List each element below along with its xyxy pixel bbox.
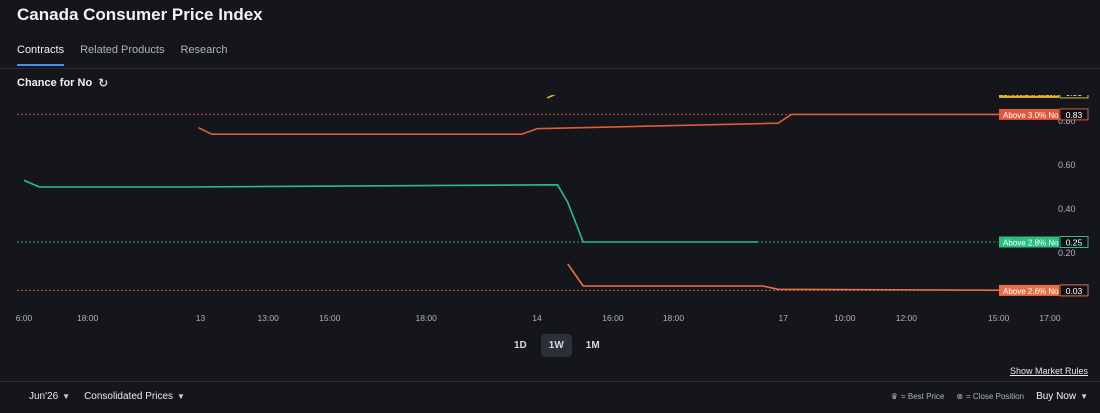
tabs-divider — [0, 68, 1100, 69]
prices-label: Consolidated Prices — [84, 391, 174, 402]
x-tick-label: 15:00 — [319, 313, 341, 323]
x-tick-label: 13:00 — [258, 313, 280, 323]
series-value-label: 0.93 — [1066, 95, 1083, 98]
y-tick-label: 0.20 — [1058, 248, 1076, 258]
series-value-label: 0.03 — [1066, 286, 1083, 296]
y-tick-label: 0.40 — [1058, 204, 1076, 214]
crown-icon: ♛ — [890, 392, 898, 401]
x-tick-label: 18:00 — [77, 313, 99, 323]
close-position-legend: ⊗ = Close Position — [956, 392, 1024, 401]
range-1w-button[interactable]: 1W — [540, 334, 572, 357]
range-selector: 1D 1W 1M — [506, 334, 608, 357]
footer-divider — [0, 381, 1100, 382]
page-title: Canada Consumer Price Index — [17, 5, 263, 24]
x-tick-label: 18:00 — [663, 313, 685, 323]
tab-related-products[interactable]: Related Products — [80, 44, 164, 66]
chevron-down-icon: ▼ — [62, 392, 71, 401]
series-line — [198, 113, 1045, 136]
contract-dropdown[interactable]: Jun'26 ▼ — [29, 391, 70, 402]
series-line — [23, 179, 758, 243]
price-chart: 0.200.400.600.806:00 18:00 13 13:00 15:00 18:… — [16, 95, 1089, 323]
chart-section-label: Chance for No — [17, 77, 93, 89]
chevron-down-icon: ▼ — [1080, 392, 1088, 401]
x-tick-label: 17 — [779, 313, 789, 323]
x-tick-label: 10:00 — [834, 313, 856, 323]
x-tick-label: 17:00 — [1039, 313, 1061, 323]
chevron-down-icon: ▼ — [177, 392, 185, 401]
series-name-label: Above 3.0% No — [1003, 111, 1059, 120]
x-tick-label: 16:00 — [602, 313, 624, 323]
series-line — [567, 263, 1045, 292]
x-tick-label: 12:00 — [896, 313, 918, 323]
chart-header: Chance for No ↻ — [17, 76, 108, 90]
tab-bar: Contracts Related Products Research — [17, 44, 244, 66]
tab-research[interactable]: Research — [180, 44, 227, 66]
x-tick-label: 13 — [196, 313, 206, 323]
tab-contracts[interactable]: Contracts — [17, 44, 65, 66]
series-value-label: 0.83 — [1066, 110, 1083, 120]
buy-now-label: Buy Now — [1036, 391, 1077, 402]
best-price-label: = Best Price — [900, 392, 945, 401]
y-tick-label: 0.60 — [1058, 160, 1076, 170]
prices-dropdown[interactable]: Consolidated Prices ▼ — [84, 391, 185, 402]
x-tick-label: 15:00 — [988, 313, 1010, 323]
series-name-label: Above 3.2% No — [1003, 95, 1059, 98]
series-name-label: Above 2.6% No — [1003, 287, 1059, 296]
range-1m-button[interactable]: 1M — [578, 334, 608, 357]
series-line — [546, 95, 556, 99]
series-value-label: 0.25 — [1066, 238, 1083, 248]
close-position-label: = Close Position — [966, 392, 1025, 401]
footer-legend: ♛ = Best Price ⊗ = Close Position Buy No… — [891, 391, 1088, 402]
range-1d-button[interactable]: 1D — [506, 334, 535, 357]
circle-x-icon: ⊗ — [956, 392, 964, 401]
x-tick-label: 6:00 — [16, 313, 33, 323]
x-tick-label: 18:00 — [416, 313, 438, 323]
series-name-label: Above 2.8% No — [1003, 239, 1059, 248]
best-price-legend: ♛ = Best Price — [891, 392, 945, 401]
show-market-rules-link[interactable]: Show Market Rules — [1010, 366, 1088, 376]
buy-now-dropdown[interactable]: Buy Now ▼ — [1036, 391, 1088, 402]
contract-label: Jun'26 — [29, 391, 59, 402]
footer-controls: Jun'26 ▼ Consolidated Prices ▼ — [29, 391, 185, 402]
refresh-icon[interactable]: ↻ — [98, 76, 108, 90]
x-tick-label: 14 — [532, 313, 542, 323]
